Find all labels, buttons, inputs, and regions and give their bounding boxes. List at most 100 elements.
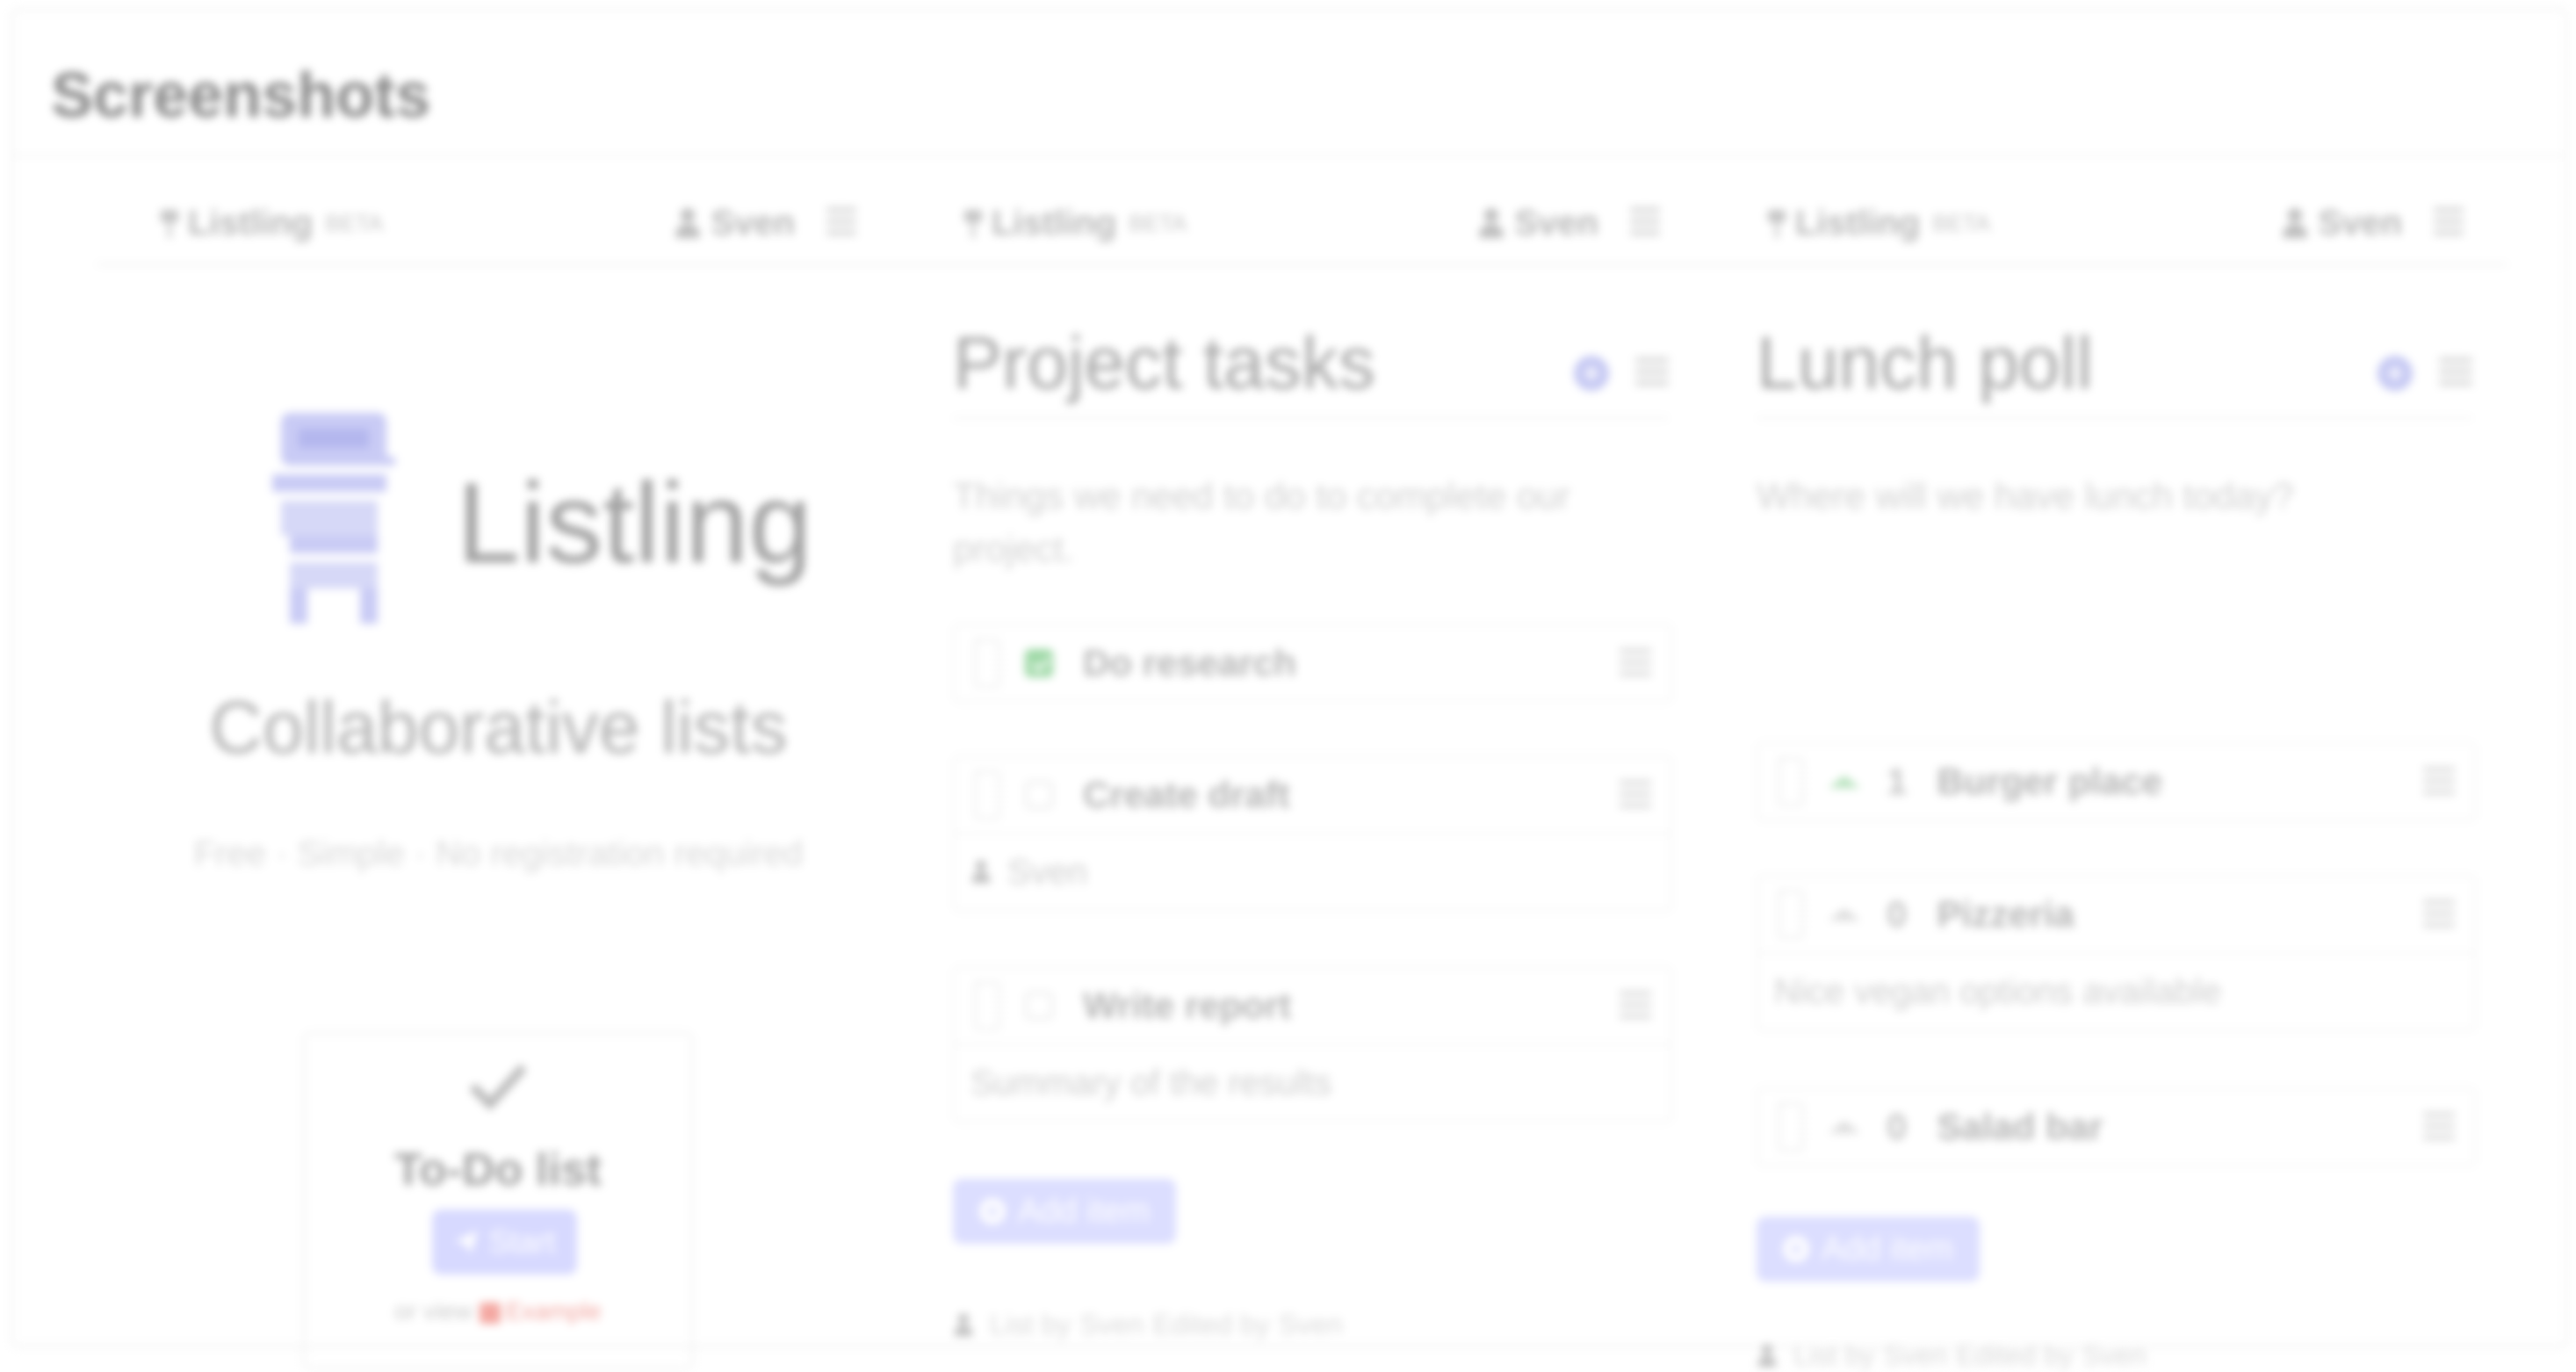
- add-item-label: Add item: [1018, 1192, 1150, 1230]
- checkbox-checked[interactable]: [1025, 649, 1053, 677]
- check-icon: [469, 1064, 527, 1111]
- poll-item: 0 Pizzeria Nice vegan options available: [1757, 875, 2476, 1031]
- list-actions: [1574, 356, 1669, 391]
- page-title: Screenshots: [51, 61, 431, 131]
- screenshot-landing: Listling BETA Sven Listling Collaborativ…: [97, 167, 900, 1369]
- template-footer: or view Example: [305, 1297, 691, 1325]
- item-label: Pizzeria: [1937, 893, 2075, 935]
- brand-label: Listling: [188, 204, 314, 242]
- start-button[interactable]: Start: [432, 1210, 577, 1275]
- list-title: Project tasks: [953, 321, 1375, 404]
- list-title: Lunch poll: [1757, 321, 2093, 404]
- listling-mascot-logo: [272, 413, 395, 624]
- drag-handle-icon[interactable]: [1778, 757, 1804, 806]
- list-actions: [2378, 356, 2472, 391]
- user-name: Sven: [1514, 204, 1598, 242]
- navbar: Listling BETA Sven: [1704, 167, 2507, 265]
- user-menu[interactable]: Sven: [674, 204, 795, 243]
- add-circle-icon[interactable]: [2378, 356, 2413, 391]
- start-label: Start: [488, 1224, 556, 1260]
- checkbox[interactable]: [1025, 992, 1053, 1020]
- pin-icon: [1765, 208, 1788, 240]
- vote-up-icon[interactable]: [1829, 908, 1860, 921]
- list-item: Write report Summary of the results: [953, 966, 1672, 1123]
- item-menu-icon[interactable]: [1620, 780, 1651, 810]
- drag-handle-icon[interactable]: [974, 639, 1000, 688]
- plus-circle-icon: [1783, 1236, 1809, 1262]
- user-name: Sven: [711, 204, 795, 242]
- meta-edited-by: Edited by: [1956, 1340, 2074, 1371]
- navbar: Listling BETA Sven: [97, 167, 900, 265]
- add-circle-icon[interactable]: [1574, 356, 1609, 391]
- example-link[interactable]: Example: [506, 1297, 602, 1325]
- list-item: Do research: [953, 624, 1672, 703]
- item-menu-icon[interactable]: [2423, 767, 2455, 797]
- person-icon: [1477, 207, 1505, 240]
- brand-label: Listling: [992, 204, 1117, 242]
- list-menu-icon[interactable]: [1635, 357, 1669, 389]
- person-icon: [1757, 1344, 1778, 1368]
- drag-handle-icon[interactable]: [974, 981, 1000, 1030]
- pin-icon: [962, 208, 985, 240]
- brand-label: Listling: [1795, 204, 1921, 242]
- item-label: Do research: [1083, 642, 1296, 683]
- person-icon: [2281, 207, 2309, 240]
- list-description: Where will we have lunch today?: [1757, 475, 2294, 516]
- navbar: Listling BETA Sven: [900, 167, 1704, 265]
- user-name: Sven: [2318, 204, 2402, 242]
- menu-icon[interactable]: [2434, 207, 2464, 235]
- list-item: Create draft Sven: [953, 755, 1672, 912]
- user-menu[interactable]: Sven: [2281, 204, 2402, 243]
- menu-icon[interactable]: [1630, 207, 1660, 235]
- poll-item: 1 Burger place: [1757, 742, 2476, 821]
- meta-list-by: List by: [1793, 1340, 1875, 1371]
- item-label: Create draft: [1083, 774, 1290, 815]
- template-card-todo: To-Do list Start or view Example: [303, 1032, 693, 1369]
- person-icon: [971, 860, 992, 885]
- item-menu-icon[interactable]: [2423, 1112, 2455, 1142]
- screenshot-project-tasks: Listling BETA Sven Project tasks Things …: [900, 167, 1704, 1344]
- brand-link[interactable]: Listling BETA: [158, 204, 383, 243]
- title-divider: [953, 417, 1669, 419]
- vote-up-icon[interactable]: [1829, 776, 1860, 788]
- beta-badge: BETA: [1129, 210, 1187, 236]
- beta-badge: BETA: [325, 210, 384, 236]
- subline: Free · Simple · No registration required: [193, 834, 804, 873]
- list-description: Things we need to do to complete our pro…: [953, 475, 1570, 569]
- item-description: Summary of the results: [955, 1043, 1670, 1121]
- beta-badge: BETA: [1932, 210, 1991, 236]
- list-meta: List by Sven Edited by Sven: [1757, 1340, 2147, 1372]
- item-label: Write report: [1083, 985, 1292, 1026]
- brand-link[interactable]: Listling BETA: [962, 204, 1187, 243]
- item-label: Burger place: [1937, 761, 2163, 802]
- add-item-button[interactable]: Add item: [1757, 1217, 1980, 1282]
- item-label: Salad bar: [1937, 1106, 2103, 1147]
- poll-item: 0 Salad bar: [1757, 1087, 2476, 1166]
- list-menu-icon[interactable]: [2439, 357, 2472, 389]
- brand-link[interactable]: Listling BETA: [1765, 204, 1990, 243]
- pin-icon: [158, 208, 181, 240]
- item-menu-icon[interactable]: [2423, 899, 2455, 929]
- checkbox[interactable]: [1025, 781, 1053, 809]
- paper-plane-icon: [455, 1231, 479, 1253]
- menu-icon[interactable]: [826, 207, 856, 235]
- person-icon: [674, 207, 702, 240]
- meta-user-1: Sven: [1883, 1340, 1948, 1371]
- vote-count: 1: [1887, 761, 1908, 802]
- add-item-button[interactable]: Add item: [953, 1179, 1176, 1244]
- drag-handle-icon[interactable]: [1778, 890, 1804, 939]
- item-menu-icon[interactable]: [1620, 648, 1651, 678]
- user-menu[interactable]: Sven: [1477, 204, 1598, 243]
- meta-user-2: Sven: [2082, 1340, 2147, 1371]
- screenshot-lunch-poll: Listling BETA Sven Lunch poll Where will…: [1704, 167, 2507, 1371]
- drag-handle-icon[interactable]: [1778, 1102, 1804, 1152]
- drag-handle-icon[interactable]: [974, 770, 1000, 820]
- item-menu-icon[interactable]: [1620, 991, 1651, 1021]
- assignee-name: Sven: [1007, 852, 1088, 892]
- example-icon: [479, 1302, 501, 1324]
- item-description: Nice vegan options available: [1758, 952, 2474, 1029]
- vote-up-icon[interactable]: [1829, 1121, 1860, 1133]
- logo-text: Listling: [457, 459, 812, 587]
- add-item-label: Add item: [1822, 1230, 1953, 1267]
- plus-circle-icon: [979, 1198, 1006, 1224]
